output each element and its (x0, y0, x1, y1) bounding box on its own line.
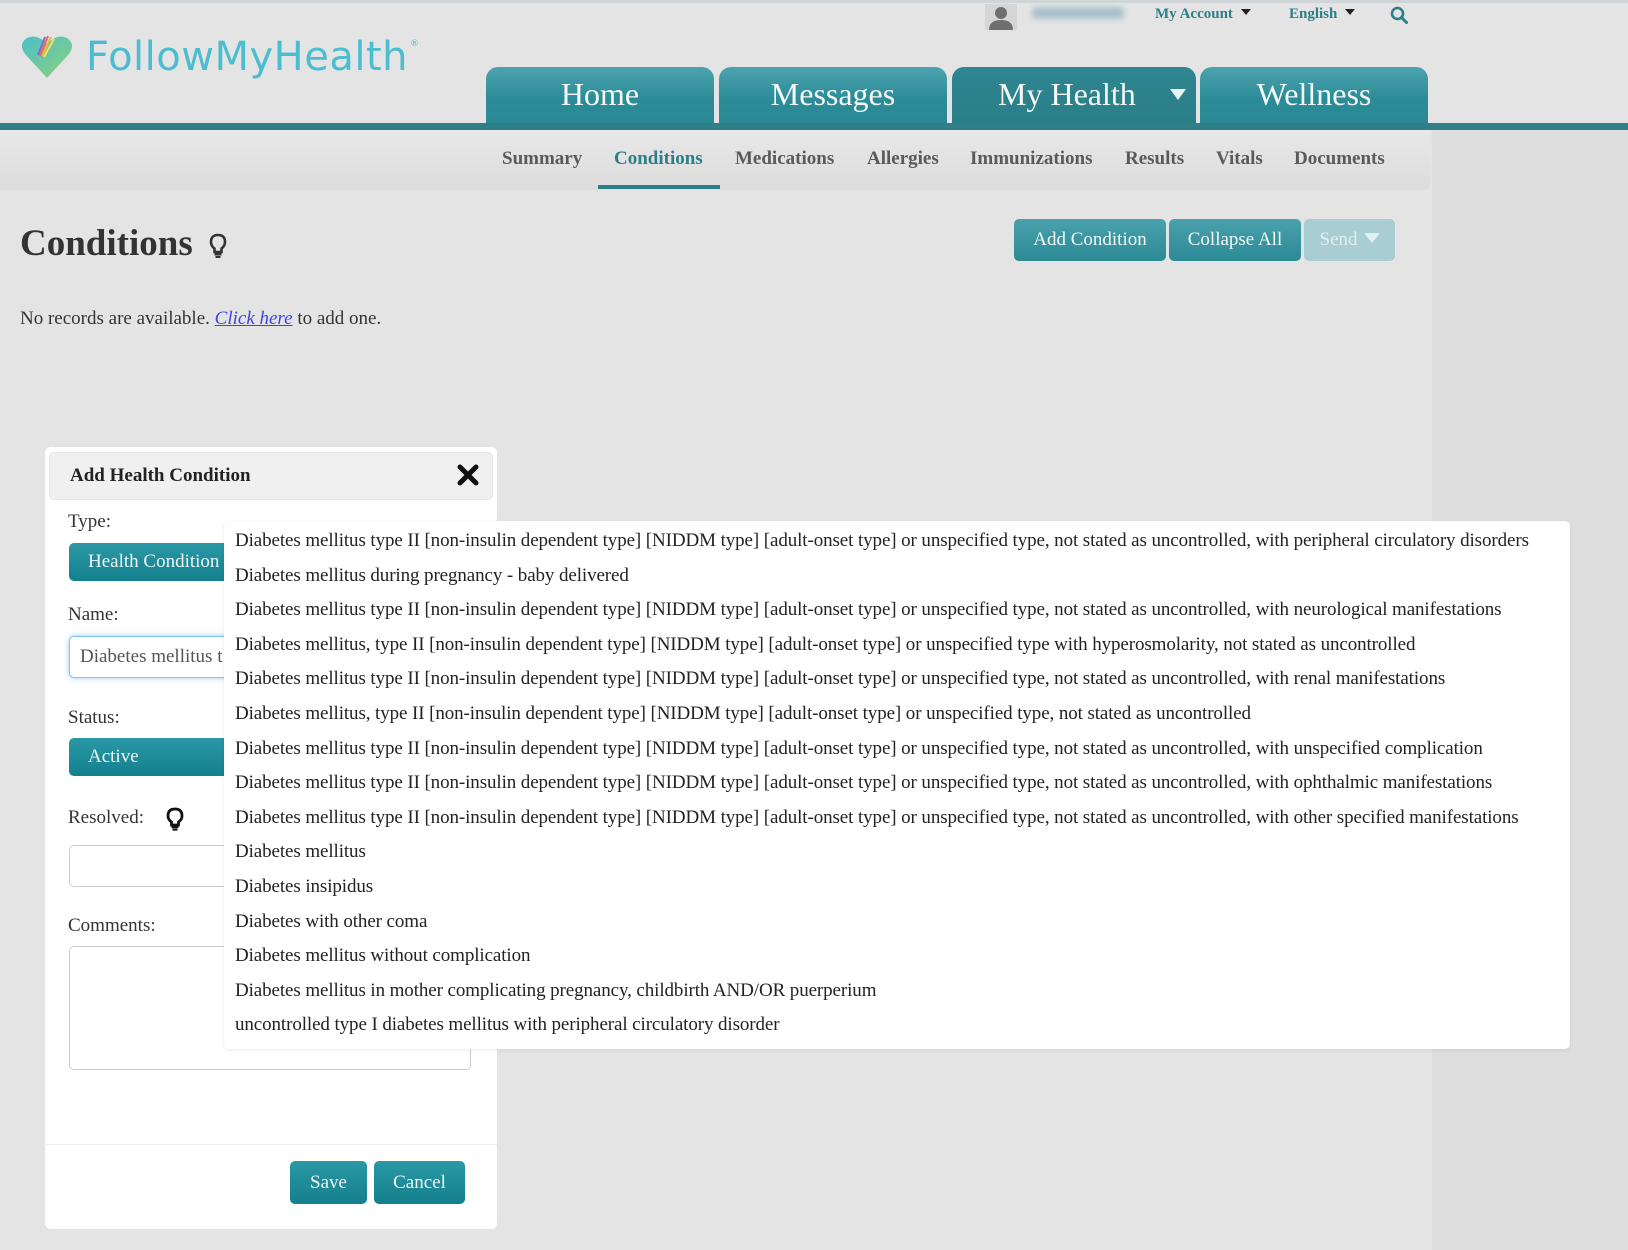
caret-down-icon (1240, 9, 1251, 15)
suggestion-item[interactable]: Diabetes mellitus, type II [non-insulin … (235, 703, 1251, 725)
resolved-label: Resolved: (68, 807, 144, 828)
subnav-summary[interactable]: Summary (502, 148, 582, 170)
brand-name: FollowMyHealth ® (86, 34, 420, 80)
close-icon[interactable] (457, 464, 479, 486)
subnav-results[interactable]: Results (1125, 148, 1184, 170)
tab-wellness[interactable]: Wellness (1200, 67, 1428, 125)
suggestion-item[interactable]: Diabetes mellitus type II [non-insulin d… (235, 738, 1483, 760)
subnav-vitals[interactable]: Vitals (1216, 148, 1263, 170)
caret-down-icon (1345, 9, 1356, 15)
registered-mark: ® (410, 39, 420, 49)
my-account-menu[interactable]: My Account (1155, 6, 1251, 23)
suggestion-item[interactable]: Diabetes mellitus type II [non-insulin d… (235, 599, 1502, 621)
brand-name-text: FollowMyHealth (86, 34, 408, 80)
add-record-link[interactable]: Click here (215, 308, 293, 329)
comments-label: Comments: (68, 915, 156, 936)
tab-home[interactable]: Home (486, 67, 714, 125)
suggestion-item[interactable]: Diabetes mellitus during pregnancy - bab… (235, 565, 629, 587)
dialog-title: Add Health Condition (70, 465, 251, 486)
suggestion-item[interactable]: Diabetes mellitus type II [non-insulin d… (235, 668, 1445, 690)
dialog-header: Add Health Condition (49, 452, 493, 500)
search-icon[interactable] (1390, 6, 1408, 24)
suggestion-item[interactable]: Diabetes mellitus type II [non-insulin d… (235, 530, 1529, 552)
tab-messages[interactable]: Messages (719, 67, 947, 125)
brand-logo[interactable]: FollowMyHealth ® (20, 34, 420, 80)
status-label: Status: (68, 707, 120, 728)
page-title: Conditions (20, 223, 193, 264)
suggestion-item[interactable]: Diabetes mellitus type II [non-insulin d… (235, 772, 1492, 794)
tab-my-health[interactable]: My Health (952, 67, 1196, 125)
suggestion-item[interactable]: Diabetes mellitus without complication (235, 945, 531, 967)
tabbar-rule (0, 123, 1628, 130)
language-label: English (1289, 6, 1338, 22)
suggestion-item[interactable]: Diabetes mellitus, type II [non-insulin … (235, 634, 1416, 656)
send-label: Send (1319, 229, 1358, 250)
save-button[interactable]: Save (290, 1161, 367, 1204)
suggestion-item[interactable]: Diabetes mellitus type II [non-insulin d… (235, 807, 1519, 829)
type-label: Type: (68, 511, 111, 532)
empty-state-message: No records are available. Click here to … (20, 308, 381, 330)
send-button: Send (1304, 219, 1395, 261)
suggestion-item[interactable]: Diabetes mellitus in mother complicating… (235, 980, 876, 1002)
collapse-all-button[interactable]: Collapse All (1169, 219, 1301, 261)
subnav-medications[interactable]: Medications (735, 148, 834, 170)
tab-label: Home (560, 76, 640, 112)
language-menu[interactable]: English (1289, 6, 1356, 23)
username[interactable] (1032, 7, 1124, 19)
dialog-footer-divider (45, 1144, 497, 1145)
name-label: Name: (68, 604, 119, 625)
empty-text-suffix: to add one. (292, 308, 382, 329)
add-condition-button[interactable]: Add Condition (1014, 219, 1166, 261)
tab-label: My Health (998, 76, 1136, 112)
subnav-allergies[interactable]: Allergies (867, 148, 939, 170)
heart-logo-icon (21, 35, 73, 78)
sub-navigation: Summary Conditions Medications Allergies… (0, 130, 1430, 190)
tab-label: Messages (770, 76, 896, 112)
cancel-button[interactable]: Cancel (374, 1161, 465, 1204)
name-suggestions-dropdown: Diabetes mellitus type II [non-insulin d… (224, 521, 1570, 1049)
subnav-immunizations[interactable]: Immunizations (970, 148, 1092, 170)
lightbulb-help-icon[interactable] (166, 807, 184, 831)
empty-text: No records are available. (20, 308, 215, 329)
suggestion-item[interactable]: Diabetes mellitus (235, 841, 366, 863)
lightbulb-help-icon[interactable] (209, 233, 227, 259)
active-subnav-indicator (598, 185, 720, 189)
tab-label: Wellness (1256, 76, 1372, 112)
suggestion-item[interactable]: Diabetes insipidus (235, 876, 373, 898)
caret-down-icon (1363, 233, 1380, 243)
top-border (0, 0, 1628, 3)
user-avatar-icon[interactable] (985, 4, 1017, 30)
chevron-down-icon[interactable] (1170, 89, 1186, 100)
subnav-documents[interactable]: Documents (1294, 148, 1385, 170)
subnav-conditions[interactable]: Conditions (614, 148, 703, 170)
suggestion-item[interactable]: uncontrolled type I diabetes mellitus wi… (235, 1014, 780, 1036)
suggestion-item[interactable]: Diabetes with other coma (235, 911, 427, 933)
my-account-label: My Account (1155, 6, 1233, 22)
